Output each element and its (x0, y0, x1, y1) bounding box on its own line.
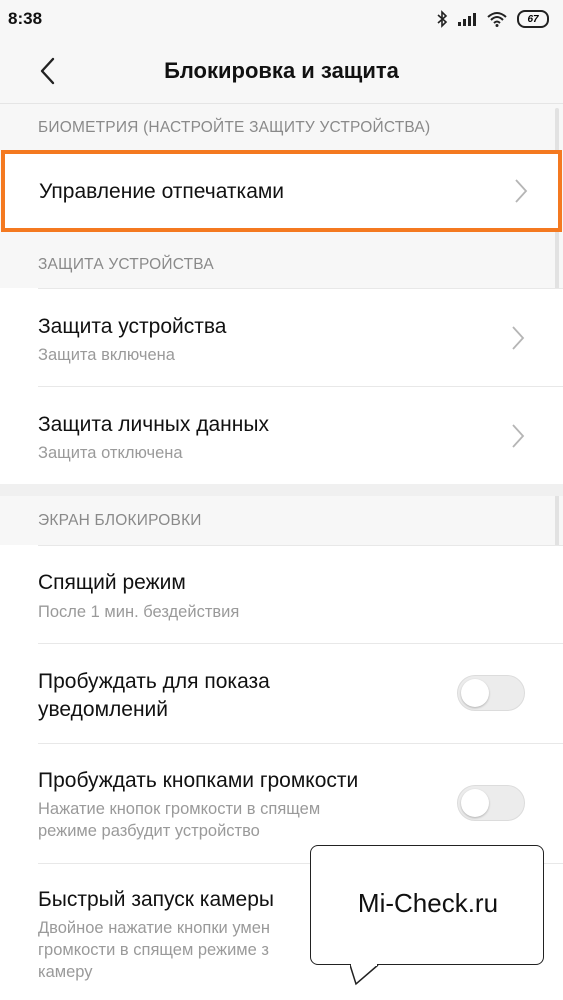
section-header-device-protection: ЗАЩИТА УСТРОЙСТВА (38, 256, 214, 273)
divider (38, 643, 563, 644)
item-title-line2: уведомлений (38, 698, 168, 721)
fingerprint-management-label: Управление отпечатками (39, 180, 285, 203)
item-subtitle: После 1 мин. бездействия (38, 603, 240, 621)
wake-notifications-toggle[interactable] (457, 675, 525, 711)
toggle-knob (461, 679, 489, 707)
header: Блокировка и защита (0, 38, 563, 104)
fingerprint-management-item[interactable]: Управление отпечатками (1, 150, 562, 232)
item-subtitle: Защита включена (38, 346, 175, 364)
chevron-right-icon (512, 326, 525, 350)
item-subtitle-line1: Нажатие кнопок громкости в спящем (38, 800, 321, 818)
item-title: Защита личных данных (38, 413, 269, 436)
item-subtitle-line3: камеру (38, 963, 93, 981)
section-header-biometry: БИОМЕТРИЯ (НАСТРОЙТЕ ЗАЩИТУ УСТРОЙСТВА) (38, 119, 431, 136)
divider (38, 743, 563, 744)
toggle-knob (461, 789, 489, 817)
device-protection-item[interactable]: Защита устройства Защита включена (0, 288, 563, 386)
wifi-icon (487, 12, 507, 27)
privacy-protection-item[interactable]: Защита личных данных Защита отключена (0, 386, 563, 484)
item-title: Защита устройства (38, 315, 227, 338)
item-subtitle-line2: громкости в спящем режиме з (38, 941, 269, 959)
section-header-lock-screen: ЭКРАН БЛОКИРОВКИ (38, 512, 202, 529)
chevron-right-icon (515, 179, 528, 203)
divider (38, 545, 563, 546)
divider (38, 386, 563, 387)
wake-for-notifications-item[interactable]: Пробуждать для показа уведомлений (0, 643, 563, 743)
item-title: Быстрый запуск камеры (38, 888, 275, 911)
item-subtitle-line2: режиме разбудит устройство (38, 822, 260, 840)
status-time: 8:38 (8, 9, 43, 28)
bluetooth-icon (437, 10, 448, 28)
sleep-mode-item[interactable]: Спящий режим После 1 мин. бездействия (0, 545, 563, 643)
item-title: Пробуждать кнопками громкости (38, 769, 359, 792)
header-divider (0, 103, 563, 104)
watermark-text: Mi-Check.ru (357, 888, 499, 918)
signal-icon (458, 13, 476, 26)
section-gap (0, 484, 563, 496)
bubble-tail (350, 964, 379, 986)
status-icons: 67 (436, 8, 549, 30)
status-bar: 8:38 67 (0, 0, 563, 38)
item-subtitle: Защита отключена (38, 444, 183, 462)
item-subtitle-line1: Двойное нажатие кнопки умен (38, 919, 271, 937)
chevron-right-icon (512, 424, 525, 448)
page-title: Блокировка и защита (164, 58, 399, 83)
watermark-bubble: Mi-Check.ru (310, 845, 544, 965)
item-title: Спящий режим (38, 571, 186, 594)
battery-indicator: 67 (517, 10, 549, 28)
item-title-line1: Пробуждать для показа (38, 670, 270, 693)
divider (38, 288, 563, 289)
wake-volume-toggle[interactable] (457, 785, 525, 821)
